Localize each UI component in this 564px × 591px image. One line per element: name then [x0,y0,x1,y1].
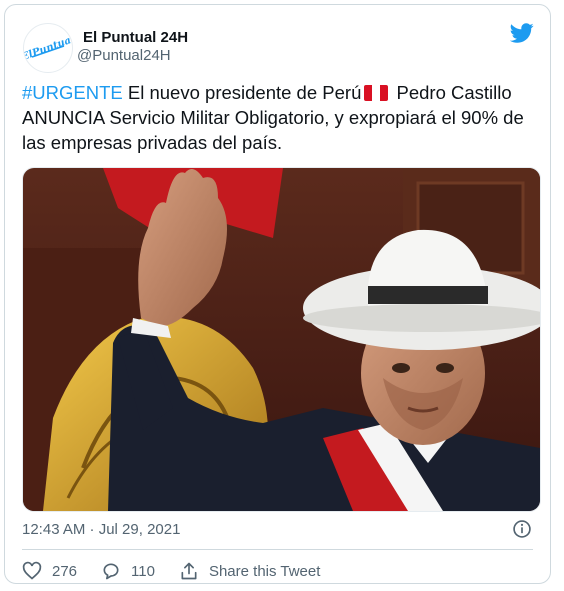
reply-count: 110 [131,562,155,580]
hashtag-link[interactable]: #URGENTE [22,82,123,103]
tweet-card[interactable]: ElPuntual El Puntual 24H @Puntual24H #UR… [4,4,551,584]
tweet-actions: 276 110 Share this Tweet [22,561,344,581]
tweet-text-line1: El nuevo presidente de Perú [127,82,362,103]
reply-button[interactable]: 110 [101,561,155,581]
reply-icon [103,563,119,580]
avatar-logo-icon: ElPuntual [24,25,72,71]
tweet-text: #URGENTE El nuevo presidente de Perú Ped… [22,80,542,155]
share-icon [181,562,197,580]
share-label: Share this Tweet [208,562,321,580]
like-count: 276 [52,562,78,580]
author-name[interactable]: El Puntual 24H [83,29,188,46]
tweet-timestamp[interactable]: 12:43 AM · Jul 29, 2021 [22,521,180,538]
info-icon[interactable] [512,519,532,539]
twitter-bird-icon[interactable] [510,21,534,45]
tweet-photo[interactable] [22,167,541,512]
peru-flag-icon [364,85,389,101]
share-button[interactable]: Share this Tweet [179,561,320,581]
photo-illustration [23,168,540,511]
divider [22,549,533,550]
author-handle[interactable]: @Puntual24H [77,47,171,64]
author-avatar[interactable]: ElPuntual [23,23,73,73]
like-button[interactable]: 276 [22,561,77,581]
heart-icon [22,561,42,580]
